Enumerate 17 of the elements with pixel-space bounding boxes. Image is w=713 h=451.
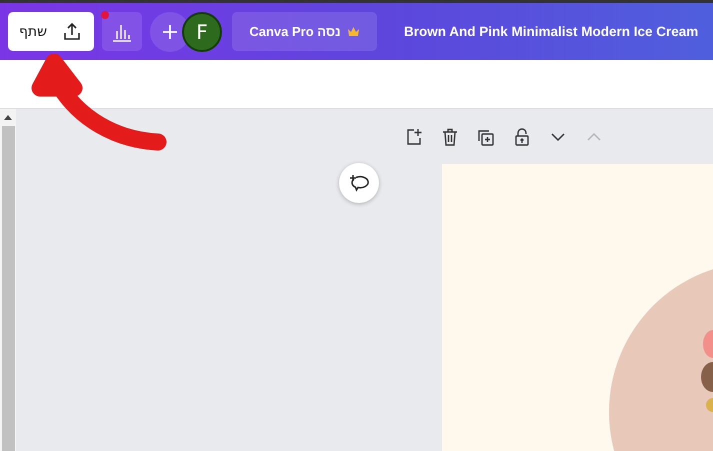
avatar[interactable]: F [182,12,222,52]
plus-icon [162,24,178,40]
add-page-icon [405,128,423,146]
duplicate-icon [477,128,495,146]
chevron-up-icon [586,132,602,142]
crown-icon [346,26,360,37]
scroll-up-icon [4,115,12,120]
share-button[interactable]: שתף [8,12,94,51]
try-pro-button[interactable]: נסה Canva Pro [232,12,377,51]
scrollbar[interactable] [0,109,16,451]
trash-icon [442,128,458,146]
add-comment-button[interactable] [339,163,379,203]
stats-button[interactable] [102,12,142,51]
design-title[interactable]: Brown And Pink Minimalist Modern Ice Cream [404,24,698,39]
chevron-down-icon [550,132,566,142]
unlocked-padlock-icon [514,128,530,146]
add-comment-icon [348,173,370,193]
